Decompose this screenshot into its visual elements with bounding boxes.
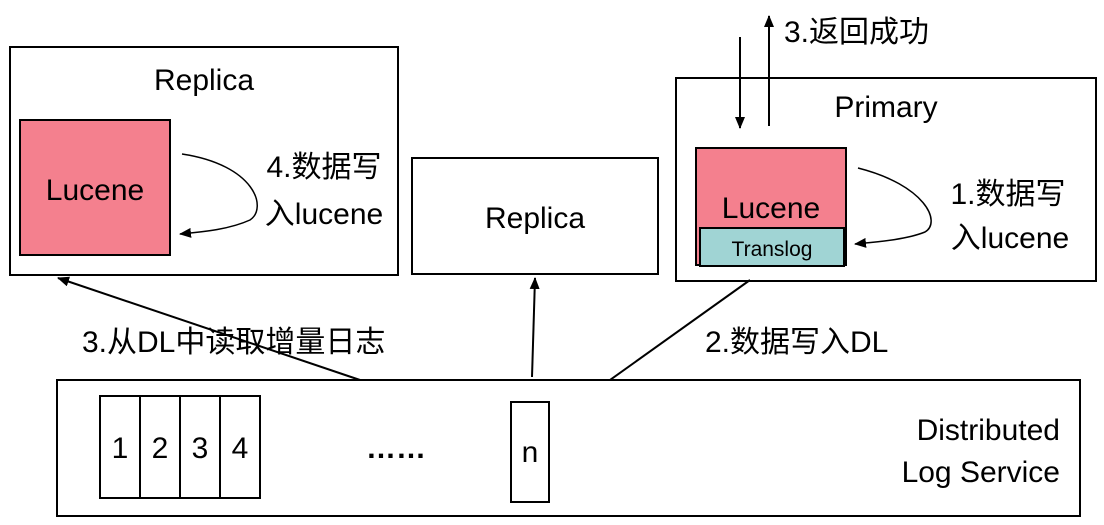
replica-middle-node: Replica <box>411 157 659 275</box>
replication-diagram: Replica Lucene 4.数据写 入lucene Replica Pri… <box>9 15 1097 517</box>
translog-label: Translog <box>732 238 813 261</box>
replica-middle-title: Replica <box>485 202 585 235</box>
log-cell-1-label: 1 <box>112 432 129 465</box>
primary-step-label-line1: 1.数据写 <box>950 178 1065 211</box>
replica-left-title: Replica <box>154 64 254 97</box>
log-service-title-line1: Distributed <box>917 414 1060 447</box>
primary-step-label-line2: 入lucene <box>951 222 1069 255</box>
log-cell-4-label: 4 <box>232 432 249 465</box>
replica-left-lucene-label: Lucene <box>46 174 144 207</box>
replica-left-step-label-line2: 入lucene <box>265 198 383 231</box>
log-service-title-line2: Log Service <box>902 456 1060 489</box>
log-cell-n-label: n <box>522 436 539 469</box>
log-service-node: Distributed Log Service 1 2 3 4 …… n <box>56 379 1081 517</box>
primary-lucene-label: Lucene <box>722 192 820 225</box>
replica-left-step-label-line1: 4.数据写 <box>266 151 381 184</box>
read-dl-label: 3.从DL中读取增量日志 <box>82 326 385 359</box>
log-cell-3-label: 3 <box>192 432 209 465</box>
log-ellipsis: …… <box>366 432 426 465</box>
replica-left-node: Replica Lucene 4.数据写 入lucene <box>9 46 399 276</box>
primary-title: Primary <box>834 91 937 124</box>
return-success-label: 3.返回成功 <box>784 16 929 49</box>
write-dl-label: 2.数据写入DL <box>705 326 888 359</box>
log-cell-2-label: 2 <box>152 432 169 465</box>
read-dl-arrow-middle <box>529 277 540 378</box>
